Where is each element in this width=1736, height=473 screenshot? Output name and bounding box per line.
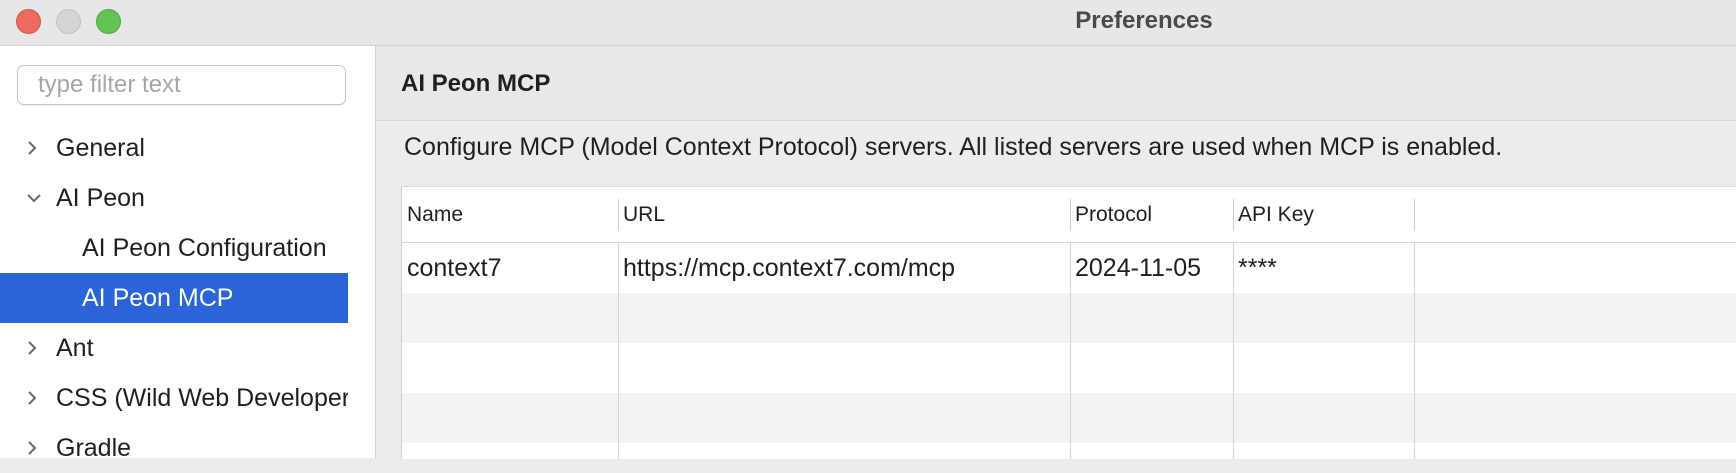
tree-item-ai-peon-configuration[interactable]: AI Peon Configuration — [0, 223, 348, 273]
column-divider — [1414, 242, 1415, 459]
tree-item-label: AI Peon — [56, 184, 145, 212]
tree-item-ai-peon-mcp[interactable]: AI Peon MCP — [0, 273, 348, 323]
page-description: Configure MCP (Model Context Protocol) s… — [404, 133, 1503, 161]
tree-item-css[interactable]: CSS (Wild Web Developer) — [0, 373, 348, 423]
preferences-sidebar: General AI Peon AI Peon Configuration AI… — [0, 46, 376, 462]
tree-item-general[interactable]: General — [0, 123, 348, 173]
window-title: Preferences — [1075, 7, 1213, 34]
tree-item-gradle[interactable]: Gradle — [0, 423, 348, 473]
column-header-protocol[interactable]: Protocol — [1070, 187, 1233, 242]
page-title: AI Peon MCP — [401, 70, 551, 97]
column-divider — [1070, 242, 1071, 459]
table-row-empty[interactable] — [402, 343, 1736, 393]
column-divider[interactable] — [1414, 199, 1415, 231]
tree-item-label: Ant — [56, 334, 94, 362]
cell-protocol: 2024-11-05 — [1075, 254, 1202, 282]
column-header-url[interactable]: URL — [618, 187, 1070, 242]
chevron-right-icon[interactable] — [26, 323, 46, 373]
tree-item-label: AI Peon MCP — [82, 284, 234, 312]
preference-page: AI Peon MCP Configure MCP (Model Context… — [376, 46, 1736, 459]
cell-url: https://mcp.context7.com/mcp — [623, 254, 956, 282]
filter-input[interactable] — [17, 65, 346, 105]
title-bar: Preferences — [0, 0, 1736, 46]
column-header-api-key[interactable]: API Key — [1233, 187, 1414, 242]
table-header: Name URL Protocol API Key — [402, 187, 1736, 243]
cell-api-key: **** — [1238, 254, 1277, 282]
page-header: AI Peon MCP — [376, 46, 1736, 121]
chevron-right-icon[interactable] — [26, 373, 46, 423]
tree-item-ai-peon[interactable]: AI Peon — [0, 173, 348, 223]
chevron-right-icon[interactable] — [26, 123, 46, 173]
tree-item-ant[interactable]: Ant — [0, 323, 348, 373]
table-row-empty[interactable] — [402, 293, 1736, 343]
tree-item-label: AI Peon Configuration — [82, 234, 327, 262]
cell-name: context7 — [407, 254, 502, 282]
chevron-down-icon[interactable] — [26, 173, 46, 223]
preferences-tree: General AI Peon AI Peon Configuration AI… — [0, 123, 375, 473]
tree-item-label: General — [56, 134, 145, 162]
column-header-name[interactable]: Name — [402, 187, 618, 242]
table-row[interactable]: context7 https://mcp.context7.com/mcp 20… — [402, 243, 1736, 293]
tree-item-label: CSS (Wild Web Developer) — [56, 384, 348, 412]
mcp-servers-table[interactable]: Name URL Protocol API Key context7 https… — [401, 186, 1736, 459]
column-divider — [618, 242, 619, 459]
tree-item-label: Gradle — [56, 434, 132, 462]
table-row-empty[interactable] — [402, 393, 1736, 443]
column-divider — [1233, 242, 1234, 459]
chevron-right-icon[interactable] — [26, 423, 46, 473]
